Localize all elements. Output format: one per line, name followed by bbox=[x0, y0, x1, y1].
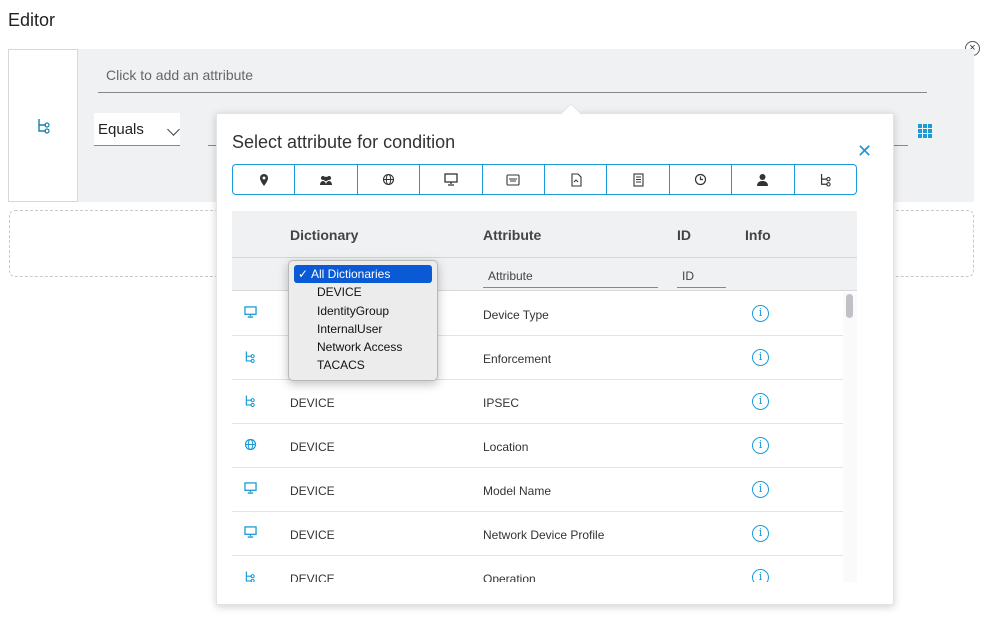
info-icon[interactable]: i bbox=[752, 525, 769, 542]
id-filter-input[interactable]: ID bbox=[677, 264, 726, 288]
globe-icon bbox=[244, 438, 257, 454]
monitor-icon bbox=[244, 526, 257, 541]
row-attribute: Operation bbox=[483, 572, 536, 582]
info-icon[interactable]: i bbox=[752, 349, 769, 366]
dropdown-option[interactable]: Network Access bbox=[294, 338, 432, 356]
dictionary-dropdown: ✓ All Dictionaries DEVICE IdentityGroup … bbox=[288, 260, 438, 381]
dropdown-option-selected[interactable]: ✓ All Dictionaries bbox=[294, 265, 432, 284]
condition-type-cell[interactable] bbox=[8, 49, 78, 202]
popup-title: Select attribute for condition bbox=[232, 132, 456, 152]
attribute-input[interactable]: Click to add an attribute bbox=[98, 57, 927, 93]
row-dictionary: DEVICE bbox=[290, 572, 335, 582]
editor-title: Editor bbox=[8, 10, 56, 30]
value-input-end bbox=[893, 145, 908, 146]
row-attribute: Model Name bbox=[483, 484, 552, 498]
globe-icon[interactable] bbox=[358, 165, 421, 194]
scrollbar-track[interactable] bbox=[843, 292, 857, 582]
option-label: All Dictionaries bbox=[311, 267, 391, 281]
row-attribute: Location bbox=[483, 440, 529, 454]
column-dictionary[interactable]: Dictionary bbox=[290, 227, 358, 243]
tree-icon bbox=[244, 350, 255, 367]
tree-icon bbox=[36, 118, 50, 139]
dictionary-filter-bar bbox=[232, 164, 857, 195]
clock-icon[interactable] bbox=[670, 165, 733, 194]
scrollbar-thumb[interactable] bbox=[846, 294, 853, 318]
info-icon[interactable]: i bbox=[752, 569, 769, 582]
chevron-down-icon bbox=[167, 123, 180, 136]
tree-icon[interactable] bbox=[795, 165, 856, 194]
row-dictionary: DEVICE bbox=[290, 396, 335, 410]
table-row[interactable]: DEVICE Model Name i bbox=[232, 468, 843, 512]
table-row[interactable]: DEVICE Operation i bbox=[232, 556, 843, 582]
operator-label: Equals bbox=[98, 121, 144, 138]
certificate-icon[interactable] bbox=[483, 165, 546, 194]
operator-select[interactable]: Equals bbox=[94, 113, 180, 146]
person-icon[interactable] bbox=[732, 165, 795, 194]
users-icon[interactable] bbox=[295, 165, 358, 194]
building-icon[interactable] bbox=[607, 165, 670, 194]
column-info[interactable]: Info bbox=[745, 227, 771, 243]
dropdown-option[interactable]: TACACS bbox=[294, 356, 432, 374]
location-pin-icon[interactable] bbox=[233, 165, 296, 194]
column-attribute[interactable]: Attribute bbox=[483, 227, 541, 243]
info-icon[interactable]: i bbox=[752, 481, 769, 498]
info-icon[interactable]: i bbox=[752, 393, 769, 410]
monitor-icon bbox=[244, 306, 257, 321]
monitor-icon bbox=[244, 482, 257, 497]
column-id[interactable]: ID bbox=[677, 227, 691, 243]
row-dictionary: DEVICE bbox=[290, 484, 335, 498]
row-attribute: Enforcement bbox=[483, 352, 552, 366]
dropdown-option[interactable]: DEVICE bbox=[294, 283, 432, 301]
file-icon[interactable] bbox=[545, 165, 608, 194]
row-attribute: Network Device Profile bbox=[483, 528, 605, 542]
row-dictionary: DEVICE bbox=[290, 528, 335, 542]
dropdown-option[interactable]: InternalUser bbox=[294, 320, 432, 338]
row-attribute: IPSEC bbox=[483, 396, 520, 410]
table-row[interactable]: DEVICE Location i bbox=[232, 424, 843, 468]
info-icon[interactable]: i bbox=[752, 437, 769, 454]
monitor-icon[interactable] bbox=[420, 165, 483, 194]
tree-icon bbox=[244, 394, 255, 411]
table-row[interactable]: DEVICE Network Device Profile i bbox=[232, 512, 843, 556]
grid-menu-icon[interactable] bbox=[918, 124, 933, 139]
table-row[interactable]: DEVICE IPSEC i bbox=[232, 380, 843, 424]
dropdown-option[interactable]: IdentityGroup bbox=[294, 302, 432, 320]
row-attribute: Device Type bbox=[483, 308, 549, 322]
check-icon: ✓ bbox=[298, 267, 309, 281]
table-header: Dictionary Attribute ID Info bbox=[232, 211, 857, 257]
tree-icon bbox=[244, 570, 255, 582]
info-icon[interactable]: i bbox=[752, 305, 769, 322]
close-icon[interactable]: ✕ bbox=[857, 142, 872, 160]
row-dictionary: DEVICE bbox=[290, 440, 335, 454]
attribute-filter-input[interactable]: Attribute bbox=[483, 264, 658, 288]
